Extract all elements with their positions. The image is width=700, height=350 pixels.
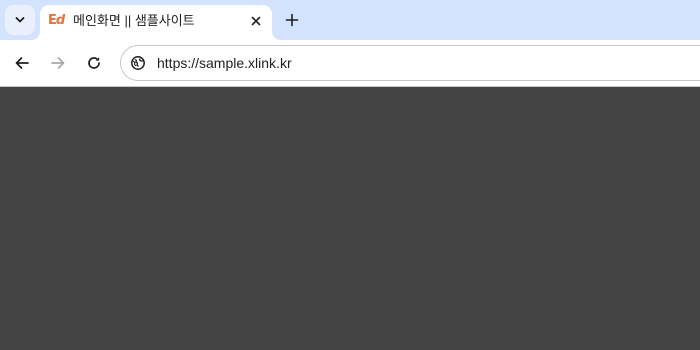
active-tab[interactable]: Ed 메인화면 || 샘플사이트 [40,5,272,40]
forward-button[interactable] [45,50,71,76]
address-bar[interactable]: https://sample.xlink.kr [120,45,700,81]
plus-icon [285,13,299,27]
back-button[interactable] [9,50,35,76]
url-text: https://sample.xlink.kr [157,55,292,71]
arrow-left-icon [15,57,29,69]
site-favicon: Ed [48,13,65,28]
browser-window: Ed 메인화면 || 샘플사이트 https://sample.xlink.kr [0,0,700,350]
tab-strip: Ed 메인화면 || 샘플사이트 [0,0,700,40]
page-content [0,87,700,350]
reload-button[interactable] [81,50,107,76]
new-tab-button[interactable] [280,6,304,34]
tab-close-button[interactable] [246,11,266,31]
site-info-button[interactable] [129,54,147,72]
close-icon [251,16,261,26]
globe-icon [131,56,145,70]
chevron-down-icon [15,17,25,23]
tab-title: 메인화면 || 샘플사이트 [73,13,195,28]
reload-icon [88,57,100,69]
arrow-right-icon [51,57,65,69]
toolbar: https://sample.xlink.kr [0,40,700,86]
